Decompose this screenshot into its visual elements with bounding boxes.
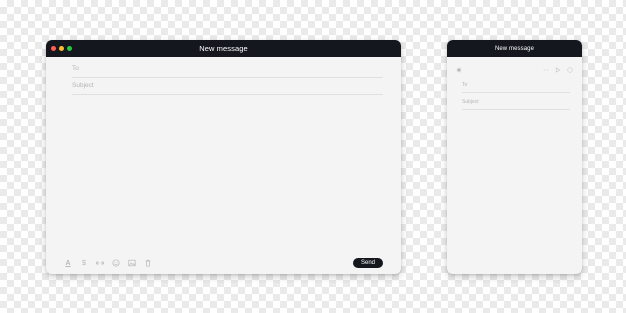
window-title-small: New message bbox=[494, 45, 535, 52]
emoji-icon[interactable] bbox=[111, 258, 121, 268]
close-icon[interactable] bbox=[456, 67, 462, 73]
image-icon[interactable] bbox=[127, 258, 137, 268]
titlebar: New message bbox=[46, 40, 401, 57]
subject-field-label: Subject bbox=[72, 82, 94, 89]
window-title: New message bbox=[199, 44, 248, 53]
mini-toolbar bbox=[456, 65, 573, 75]
compose-window-large: New message To Subject A $ Send bbox=[46, 40, 401, 274]
send-icon[interactable] bbox=[555, 67, 561, 73]
dollar-icon[interactable]: $ bbox=[79, 258, 89, 268]
subject-field-small[interactable]: Subject bbox=[462, 97, 570, 110]
compose-window-small: New message To Subject bbox=[447, 40, 582, 274]
to-field-label: To bbox=[72, 65, 79, 72]
close-dot-icon[interactable] bbox=[51, 46, 56, 51]
minimize-dot-icon[interactable] bbox=[59, 46, 64, 51]
format-toolbar: A $ bbox=[63, 258, 153, 268]
text-format-icon[interactable]: A bbox=[63, 258, 73, 268]
send-button[interactable]: Send bbox=[352, 258, 383, 268]
to-field-label-small: To bbox=[462, 82, 468, 88]
window-controls bbox=[51, 46, 72, 51]
attachment-icon[interactable] bbox=[543, 67, 549, 73]
zoom-dot-icon[interactable] bbox=[67, 46, 72, 51]
titlebar-small: New message bbox=[447, 40, 582, 57]
trash-icon[interactable] bbox=[143, 258, 153, 268]
subject-field[interactable]: Subject bbox=[72, 79, 383, 95]
more-icon[interactable] bbox=[567, 67, 573, 73]
subject-field-label-small: Subject bbox=[462, 99, 479, 105]
link-icon[interactable] bbox=[95, 258, 105, 268]
to-field[interactable]: To bbox=[72, 62, 383, 78]
to-field-small[interactable]: To bbox=[462, 80, 570, 93]
